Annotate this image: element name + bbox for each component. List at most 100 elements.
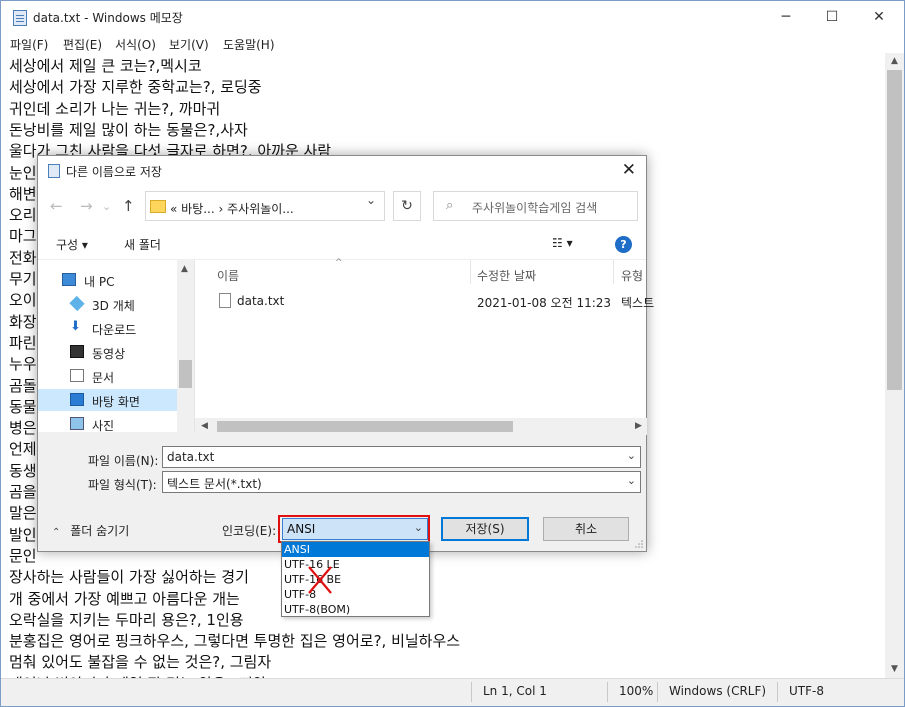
encoding-option[interactable]: UTF-8 <box>282 587 429 602</box>
help-icon[interactable]: ? <box>615 236 632 253</box>
nav-item[interactable]: 바탕 화면 <box>38 389 178 411</box>
editor-line[interactable]: 세상에서 가장 지루한 중학교는?, 로딩중 <box>9 76 262 97</box>
editor-line[interactable]: 파린 <box>9 332 37 353</box>
editor-line[interactable]: 곰을 <box>9 481 37 502</box>
address-path[interactable]: « 바탕... › 주사위놀이... <box>170 200 294 217</box>
encoding-option[interactable]: UTF-16 BE <box>282 572 429 587</box>
menu-format[interactable]: 서식(O) <box>115 36 156 53</box>
encoding-option[interactable]: UTF-16 LE <box>282 557 429 572</box>
editor-line[interactable]: 화장 <box>9 311 37 332</box>
close-button[interactable]: ✕ <box>856 1 902 33</box>
up-arrow-icon[interactable]: ↑ <box>122 197 135 215</box>
cancel-button[interactable]: 취소 <box>543 517 629 541</box>
search-box[interactable]: ⌕ 주사위놀이학습게임 검색 <box>433 191 638 221</box>
refresh-icon[interactable]: ↻ <box>393 191 421 221</box>
scroll-up-icon[interactable]: ▲ <box>885 56 904 66</box>
nav-item[interactable]: 사진 <box>38 413 178 435</box>
nav-item-label[interactable]: 동영상 <box>92 345 125 362</box>
vertical-scrollbar[interactable]: ▲ ▼ <box>885 53 904 678</box>
encoding-option[interactable]: ANSI <box>282 542 429 557</box>
minimize-button[interactable]: ─ <box>763 1 809 33</box>
editor-line[interactable]: 누우 <box>9 353 37 374</box>
organize-button[interactable]: 구성 ▾ <box>56 236 88 253</box>
filetype-select[interactable]: 텍스트 문서(*.txt) ⌄ <box>162 471 641 493</box>
column-type[interactable]: 유형 <box>621 267 643 284</box>
editor-line[interactable]: 오이 <box>9 289 37 310</box>
scroll-left-icon[interactable]: ◀ <box>195 421 214 431</box>
chevron-down-icon[interactable]: ⌄ <box>414 521 423 534</box>
editor-line[interactable]: 동생 <box>9 460 37 481</box>
editor-line[interactable]: 문인 <box>9 545 37 566</box>
horizontal-scrollbar[interactable]: ◀ ▶ <box>195 418 647 435</box>
nav-item[interactable]: ⬇ 다운로드 <box>38 317 178 339</box>
recent-chevron-icon[interactable]: ⌄ <box>102 200 111 213</box>
editor-line[interactable]: 마그 <box>9 225 37 246</box>
hide-folders-label[interactable]: 폴더 숨기기 <box>70 524 129 538</box>
filetype-value[interactable]: 텍스트 문서(*.txt) <box>167 477 262 491</box>
editor-line[interactable]: 병은 <box>9 417 37 438</box>
editor-line[interactable]: 세상에서 제일 큰 코는?,멕시코 <box>9 55 202 76</box>
editor-line[interactable]: 언제 <box>9 438 37 459</box>
nav-item-label[interactable]: 다운로드 <box>92 321 136 338</box>
menu-file[interactable]: 파일(F) <box>10 36 48 53</box>
scroll-thumb[interactable] <box>887 70 902 390</box>
editor-line[interactable]: 개 중에서 가장 예쁘고 아름다운 개는 <box>9 588 240 609</box>
nav-item[interactable]: 3D 개체 <box>38 293 178 315</box>
file-name[interactable]: data.txt <box>237 294 284 308</box>
nav-scrollbar[interactable]: ▲ <box>177 260 194 432</box>
nav-item-label[interactable]: 문서 <box>92 369 114 386</box>
resize-grip-icon[interactable] <box>634 539 644 549</box>
filename-field[interactable]: data.txt ⌄ <box>162 446 641 468</box>
nav-item[interactable]: 문서 <box>38 365 178 387</box>
dialog-close-button[interactable]: ✕ <box>622 160 636 180</box>
editor-line[interactable]: 눈인 <box>9 162 37 183</box>
encoding-value[interactable]: ANSI <box>287 522 315 536</box>
scroll-down-icon[interactable]: ▼ <box>885 664 904 674</box>
nav-item-label[interactable]: 바탕 화면 <box>92 393 140 410</box>
search-input[interactable]: 주사위놀이학습게임 검색 <box>472 199 597 216</box>
back-arrow-icon[interactable]: ← <box>50 197 63 215</box>
dialog-title-bar[interactable]: 다른 이름으로 저장 ✕ <box>38 156 646 186</box>
chevron-down-icon[interactable]: ⌄ <box>627 474 636 487</box>
file-row[interactable]: data.txt 2021-01-08 오전 11:23 텍스트 <box>195 290 654 312</box>
editor-line[interactable]: 분홍집은 영어로 핑크하우스, 그렇다면 투명한 집은 영어로?, 비닐하우스 <box>9 630 460 651</box>
encoding-select[interactable]: ANSI ⌄ <box>282 518 428 540</box>
menu-help[interactable]: 도움말(H) <box>223 36 275 53</box>
editor-line[interactable]: 무기 <box>9 268 37 289</box>
column-name[interactable]: 이름 <box>217 267 239 284</box>
nav-item-label[interactable]: 내 PC <box>84 273 114 290</box>
editor-line[interactable]: 오락실을 지키는 두마리 용은?, 1인용 <box>9 609 244 630</box>
h-scroll-thumb[interactable] <box>217 421 513 432</box>
nav-item[interactable]: 내 PC <box>38 269 178 291</box>
editor-line[interactable]: 돈낭비를 제일 많이 하는 동물은?,사자 <box>9 119 248 140</box>
nav-scroll-thumb[interactable] <box>179 360 192 388</box>
hide-folders-toggle[interactable]: ⌃ 폴더 숨기기 <box>52 522 129 539</box>
scroll-right-icon[interactable]: ▶ <box>629 421 648 431</box>
editor-line[interactable]: 멈춰 있어도 불잡을 수 없는 것은?, 그림자 <box>9 651 271 672</box>
address-bar[interactable]: « 바탕... › 주사위놀이... <box>145 191 385 221</box>
nav-item-label[interactable]: 3D 개체 <box>92 297 135 314</box>
editor-line[interactable]: 동물 <box>9 396 37 417</box>
editor-line[interactable]: 장사하는 사람들이 가장 싫어하는 경기 <box>9 566 249 587</box>
editor-line[interactable]: 오리 <box>9 204 37 225</box>
nav-item-label[interactable]: 사진 <box>92 417 114 434</box>
editor-line[interactable]: 해변 <box>9 183 37 204</box>
scroll-up-icon[interactable]: ▲ <box>176 264 193 274</box>
editor-line[interactable]: 곰돌 <box>9 375 37 396</box>
encoding-option[interactable]: UTF-8(BOM) <box>282 602 429 617</box>
editor-line[interactable]: 전화 <box>9 247 37 268</box>
editor-line[interactable]: 말은 <box>9 502 37 523</box>
editor-line[interactable]: 귀인데 소리가 나는 귀는?, 까마귀 <box>9 98 220 119</box>
nav-item[interactable]: 동영상 <box>38 341 178 363</box>
new-folder-button[interactable]: 새 폴더 <box>124 236 161 253</box>
menu-edit[interactable]: 편집(E) <box>63 36 102 53</box>
maximize-button[interactable]: ☐ <box>809 1 855 33</box>
filename-value[interactable]: data.txt <box>167 450 214 464</box>
chevron-down-icon[interactable]: ⌄ <box>627 449 636 462</box>
editor-line[interactable]: 발인 <box>9 524 37 545</box>
title-bar[interactable]: data.txt - Windows 메모장 ─ ☐ ✕ <box>1 1 904 33</box>
save-button[interactable]: 저장(S) <box>441 517 529 541</box>
forward-arrow-icon[interactable]: → <box>80 197 93 215</box>
view-options-icon[interactable]: ☷ ▾ <box>552 236 573 250</box>
menu-view[interactable]: 보기(V) <box>169 36 209 53</box>
